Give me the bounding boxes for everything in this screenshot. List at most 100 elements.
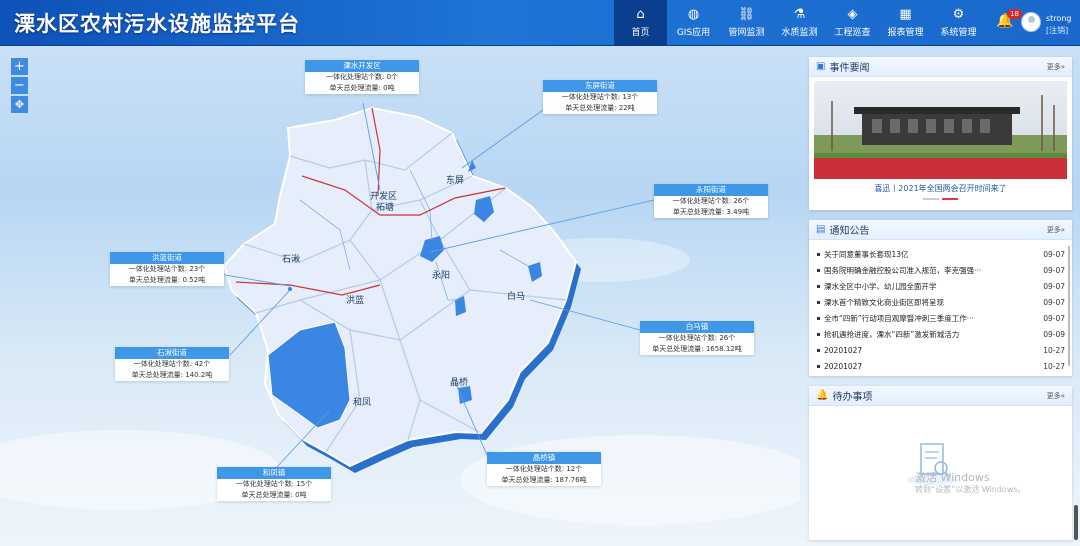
district-outline[interactable] xyxy=(222,106,578,468)
home-icon: ⌂ xyxy=(636,7,645,22)
list-item[interactable]: 抢机遇抢进度，溧水“四新”激发新城活力 09-09 xyxy=(817,326,1065,342)
station-label: 一体化处理站个数: xyxy=(235,480,295,488)
report-icon: ▦ xyxy=(899,7,912,22)
nav-inspection[interactable]: ◈ 工程巡查 xyxy=(826,0,879,46)
station-label: 一体化处理站个数: xyxy=(561,93,621,101)
station-label: 一体化处理站个数: xyxy=(128,265,188,273)
flow-value: 187.76吨 xyxy=(555,476,587,484)
flow-label: 单天总处理流量: xyxy=(241,491,293,499)
pipe-network-icon: ⛓ xyxy=(738,7,755,22)
place-label: 和凤 xyxy=(353,398,372,408)
station-label: 一体化处理站个数: xyxy=(505,465,565,473)
flow-value: 140.2吨 xyxy=(185,371,213,379)
bullet-icon xyxy=(817,348,820,352)
notice-scrollbar[interactable] xyxy=(1068,246,1070,366)
town-card[interactable]: 溧水开发区 一体化处理站个数: 0个 单天总处理流量: 0吨 xyxy=(305,60,419,94)
notices-title: 通知公告 xyxy=(829,226,870,237)
notices-more-link[interactable]: 更多» xyxy=(1047,225,1065,235)
town-card[interactable]: 永阳街道 一体化处理站个数: 26个 单天总处理流量: 3.49吨 xyxy=(654,184,768,218)
station-count: 15个 xyxy=(296,480,313,488)
nav-pipe-monitor[interactable]: ⛓ 管网监测 xyxy=(720,0,773,46)
nav-gis[interactable]: ◍ GIS应用 xyxy=(667,0,720,46)
list-item[interactable]: 关于同意董事长套现13亿 09-07 xyxy=(817,246,1065,262)
nav-system[interactable]: ⚙ 系统管理 xyxy=(932,0,985,46)
events-panel: ▣ 事件要闻 更多» 喜迅丨2021年全国两会召开时间来了 xyxy=(809,57,1072,210)
todo-more-link[interactable]: 更多» xyxy=(1047,391,1065,401)
clipboard-icon: ▤ xyxy=(816,224,826,235)
todo-panel: 🔔 待办事项 更多» 激活 Windows 转到“设置”以激活 Windows。 xyxy=(809,386,1072,540)
place-label: 拓塘 xyxy=(376,203,395,213)
station-count: 0个 xyxy=(386,73,399,81)
place-label: 白马 xyxy=(507,292,526,302)
nav-water-quality[interactable]: ⚗ 水质监测 xyxy=(773,0,826,46)
logout-link[interactable]: [注销] xyxy=(1046,25,1068,36)
notice-text: 全市“四新”行动项目观摩暨冲刺三季度工作··· xyxy=(824,313,974,323)
list-item[interactable]: 全市“四新”行动项目观摩暨冲刺三季度工作··· 09-07 xyxy=(817,310,1065,326)
notice-date: 09-07 xyxy=(1043,297,1065,307)
town-card[interactable]: 东屏街道 一体化处理站个数: 13个 单天总处理流量: 22吨 xyxy=(543,80,657,114)
todo-title: 待办事项 xyxy=(832,392,873,403)
station-count: 26个 xyxy=(733,197,750,205)
town-card[interactable]: 晶桥镇 一体化处理站个数: 12个 单天总处理流量: 187.76吨 xyxy=(487,452,601,486)
notices-panel: ▤ 通知公告 更多» 关于同意董事长套现13亿 09-07 国务院明确金融控股公司… xyxy=(809,220,1072,376)
list-item[interactable]: 20201027 10-27 xyxy=(817,358,1065,374)
flow-value: 0.52吨 xyxy=(182,276,206,284)
user-name: strong xyxy=(1046,14,1072,23)
nav-label: 管网监测 xyxy=(728,28,765,38)
town-card[interactable]: 洪蓝街道 一体化处理站个数: 23个 单天总处理流量: 0.52吨 xyxy=(110,252,224,286)
nav-label: 水质监测 xyxy=(781,28,818,38)
place-label: 永阳 xyxy=(432,271,451,281)
carousel-dot[interactable] xyxy=(942,198,958,200)
layers-icon: ◈ xyxy=(847,7,858,22)
main-nav: ⌂ 首页 ◍ GIS应用 ⛓ 管网监测 ⚗ 水质监测 ◈ 工程巡查 ▦ 报表管理… xyxy=(614,0,985,46)
notice-text: 国务院明确金融控股公司准入规范，李克强强··· xyxy=(824,265,982,275)
notice-text: 20201027 xyxy=(824,361,863,371)
flow-label: 单天总处理流量: xyxy=(131,371,184,379)
nav-home[interactable]: ⌂ 首页 xyxy=(614,0,667,46)
town-card[interactable]: 白马镇 一体化处理站个数: 26个 单天总处理流量: 1658.12吨 xyxy=(640,321,754,355)
flow-value: 3.49吨 xyxy=(726,208,750,216)
flow-label: 单天总处理流量: xyxy=(565,104,617,112)
station-label: 一体化处理站个数: xyxy=(658,334,718,342)
notice-date: 10-27 xyxy=(1043,345,1065,355)
event-photo[interactable] xyxy=(814,81,1067,179)
flow-value: 0吨 xyxy=(295,491,307,499)
list-item[interactable]: 溧水全区中小学、幼儿园全面开学 09-07 xyxy=(817,278,1065,294)
event-caption[interactable]: 喜迅丨2021年全国两会召开时间来了 xyxy=(809,183,1072,194)
place-label: 洪蓝 xyxy=(346,296,365,306)
list-item[interactable]: 国务院明确金融控股公司准入规范，李克强强··· 09-07 xyxy=(817,262,1065,278)
nav-label: 首页 xyxy=(631,28,650,38)
station-count: 26个 xyxy=(719,334,736,342)
notice-date: 09-09 xyxy=(1043,329,1065,339)
activation-watermark-sub: 转到“设置”以激活 Windows。 xyxy=(915,485,1026,494)
nav-label: GIS应用 xyxy=(676,28,711,38)
town-card[interactable]: 和凤镇 一体化处理站个数: 15个 单天总处理流量: 0吨 xyxy=(217,467,331,501)
district-map[interactable] xyxy=(0,46,800,546)
town-card-title: 石湫街道 xyxy=(115,347,229,359)
flask-icon: ⚗ xyxy=(793,7,806,22)
settings-icon: ⚙ xyxy=(952,7,965,22)
events-more-link[interactable]: 更多» xyxy=(1047,62,1065,72)
bullet-icon xyxy=(817,252,820,256)
nav-reports[interactable]: ▦ 报表管理 xyxy=(879,0,932,46)
flow-label: 单天总处理流量: xyxy=(128,276,181,284)
page-scrollbar[interactable] xyxy=(1074,505,1078,540)
list-item[interactable]: 溧水首个精致文化商业街区即将呈现 09-07 xyxy=(817,294,1065,310)
notice-date: 09-07 xyxy=(1043,265,1065,275)
flow-value: 1658.12吨 xyxy=(705,345,742,353)
bullet-icon xyxy=(817,300,820,304)
notice-date: 09-07 xyxy=(1043,313,1065,323)
avatar[interactable] xyxy=(1021,12,1041,32)
town-card-title: 东屏街道 xyxy=(543,80,657,92)
list-item[interactable]: 20201027 10-27 xyxy=(817,342,1065,358)
events-title: 事件要闻 xyxy=(829,63,870,74)
station-label: 一体化处理站个数: xyxy=(133,360,193,368)
carousel-dot[interactable] xyxy=(923,198,939,200)
station-marker[interactable] xyxy=(288,287,292,291)
bell-icon: 🔔 xyxy=(816,390,829,401)
place-label: 晶桥 xyxy=(450,378,469,388)
flow-label: 单天总处理流量: xyxy=(652,345,704,353)
flow-value: 22吨 xyxy=(618,104,635,112)
town-card[interactable]: 石湫街道 一体化处理站个数: 42个 单天总处理流量: 140.2吨 xyxy=(115,347,229,381)
notice-text: 溧水首个精致文化商业街区即将呈现 xyxy=(824,297,944,307)
